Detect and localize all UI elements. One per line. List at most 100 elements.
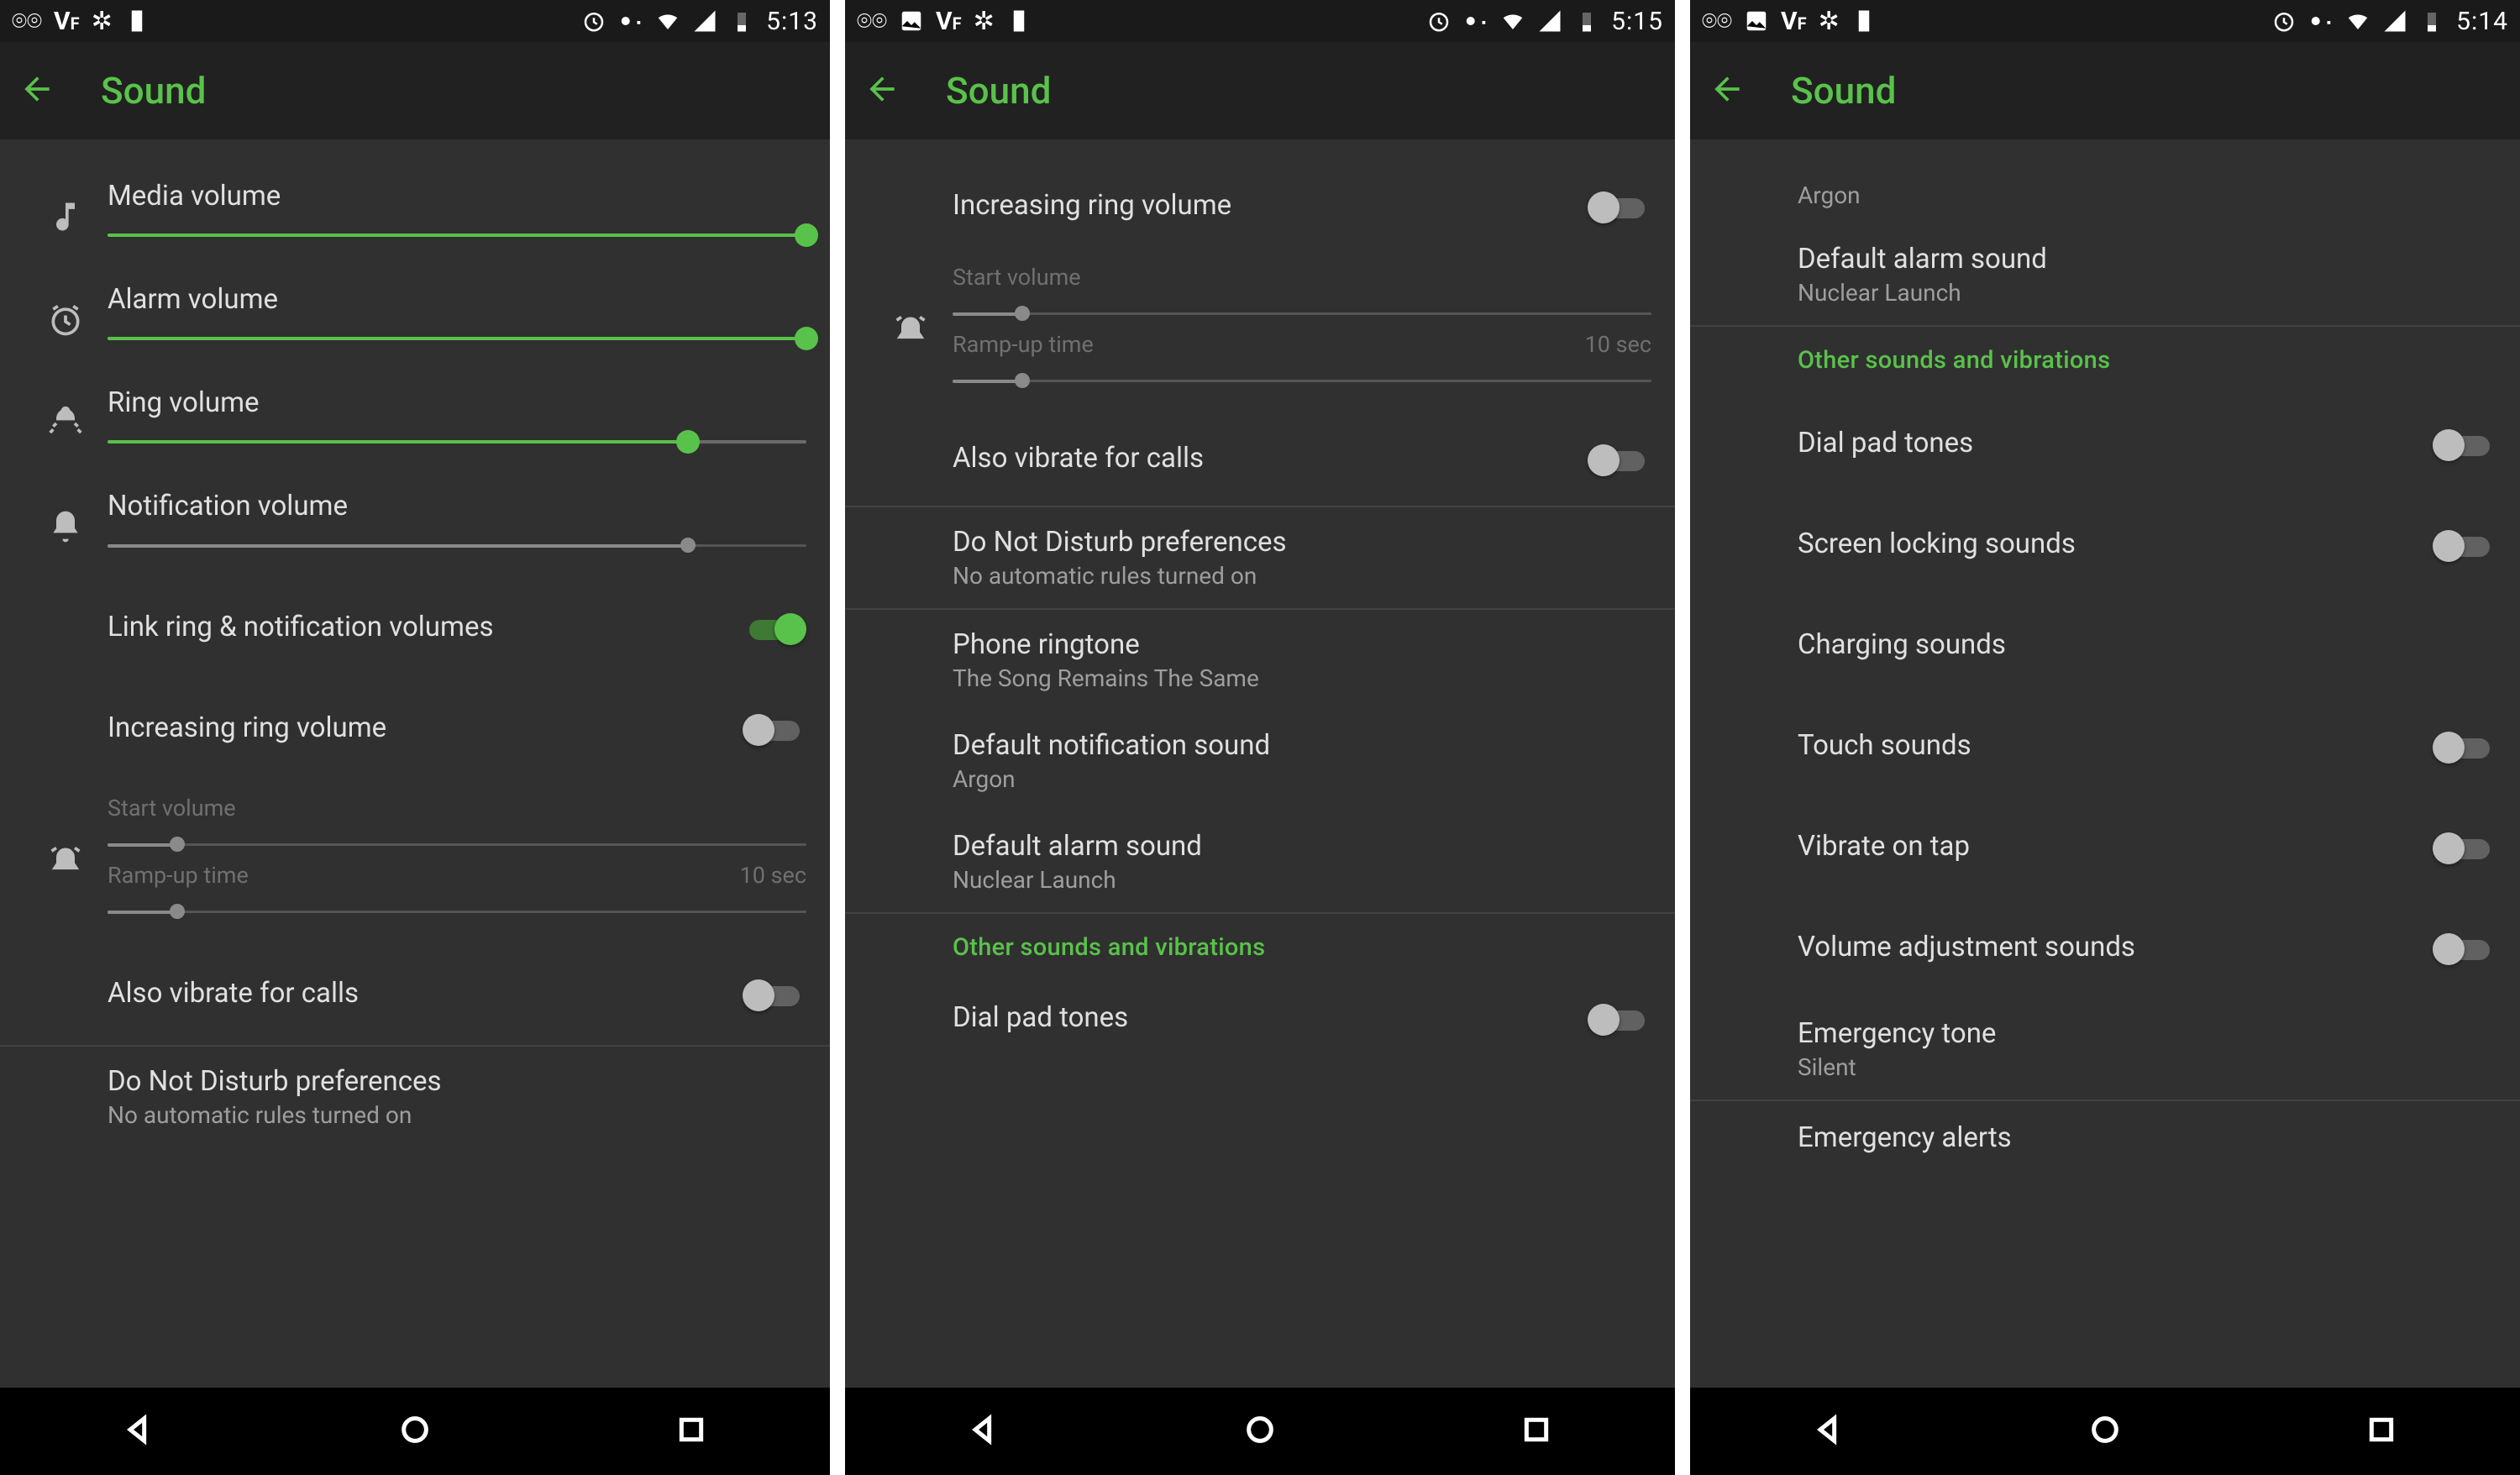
other-sounds-heading: Other sounds and vibrations xyxy=(1798,346,2496,375)
volume-adj-toggle[interactable] xyxy=(2433,932,2496,965)
alarm-volume-row[interactable]: Alarm volume xyxy=(0,268,830,371)
dialpad-row[interactable]: Dial pad tones xyxy=(845,981,1675,1057)
nav-recents[interactable] xyxy=(675,1413,708,1450)
back-button[interactable] xyxy=(864,71,900,111)
emergency-tone-row[interactable]: Emergency tone Silent xyxy=(1690,999,2520,1100)
start-volume-label: Start volume xyxy=(108,795,806,821)
start-volume-slider[interactable] xyxy=(108,827,806,862)
lock-sounds-toggle[interactable] xyxy=(2433,528,2496,562)
dialpad-toggle[interactable] xyxy=(2433,428,2496,461)
charging-sounds-row[interactable]: Charging sounds xyxy=(1690,596,2520,696)
picture-icon xyxy=(899,8,924,34)
nav-recents[interactable] xyxy=(2365,1413,2398,1450)
start-volume-slider[interactable] xyxy=(953,296,1651,331)
link-volumes-toggle[interactable] xyxy=(743,612,806,645)
dnd-row[interactable]: Do Not Disturb preferences No automatic … xyxy=(0,1047,830,1147)
nav-bar xyxy=(0,1388,830,1475)
nav-back[interactable] xyxy=(122,1413,155,1450)
nav-home[interactable] xyxy=(398,1413,432,1450)
dnd-row[interactable]: Do Not Disturb preferences No automatic … xyxy=(845,507,1675,608)
ramp-up-value: 10 sec xyxy=(740,862,806,889)
emergency-tone-sub: Silent xyxy=(1798,1053,2496,1081)
voicemail-icon: ⌾⌾ xyxy=(857,7,887,36)
battery-icon xyxy=(729,8,754,34)
volume-adj-row[interactable]: Volume adjustment sounds xyxy=(1690,898,2520,999)
notif-sound-row-partial[interactable]: Argon xyxy=(1690,165,2520,224)
increasing-ring-toggle[interactable] xyxy=(743,712,806,746)
battery-saver-icon xyxy=(124,8,150,34)
settings-list[interactable]: Argon Default alarm sound Nuclear Launch… xyxy=(1690,165,2520,1388)
lock-sounds-row[interactable]: Screen locking sounds xyxy=(1690,495,2520,596)
alarm-sound-row[interactable]: Default alarm sound Nuclear Launch xyxy=(845,811,1675,912)
ringtone-label: Phone ringtone xyxy=(953,628,1651,661)
alarm-volume-slider[interactable] xyxy=(108,321,806,356)
nav-bar xyxy=(845,1388,1675,1475)
nav-home[interactable] xyxy=(1243,1413,1277,1450)
emergency-alerts-row[interactable]: Emergency alerts xyxy=(1690,1101,2520,1177)
ring-volume-slider[interactable] xyxy=(108,424,806,459)
ring-volume-row[interactable]: Ring volume xyxy=(0,371,830,475)
dialpad-row[interactable]: Dial pad tones xyxy=(1690,394,2520,495)
back-button[interactable] xyxy=(18,71,55,111)
battery-saver-icon xyxy=(1851,8,1877,34)
alarm-sound-label: Default alarm sound xyxy=(953,830,1651,863)
vibrate-tap-row[interactable]: Vibrate on tap xyxy=(1690,797,2520,898)
ringtone-row[interactable]: Phone ringtone The Song Remains The Same xyxy=(845,610,1675,711)
also-vibrate-label: Also vibrate for calls xyxy=(108,977,359,1010)
battery-icon xyxy=(2419,8,2444,34)
leaf-icon: ✲ xyxy=(974,7,995,36)
ring-icon xyxy=(47,405,84,442)
settings-list[interactable]: Increasing ring volume Start volume Ramp… xyxy=(845,165,1675,1388)
page-title: Sound xyxy=(101,69,206,113)
increasing-ring-row[interactable]: Increasing ring volume xyxy=(845,165,1675,249)
bell-ring-icon xyxy=(892,312,929,349)
dnd-label: Do Not Disturb preferences xyxy=(108,1065,806,1098)
alarm-sound-sub: Nuclear Launch xyxy=(953,866,1651,894)
touch-sounds-label: Touch sounds xyxy=(1798,729,1971,762)
touch-sounds-row[interactable]: Touch sounds xyxy=(1690,696,2520,797)
dnd-sub: No automatic rules turned on xyxy=(108,1101,806,1129)
settings-list[interactable]: Media volume Alarm volume Ring volume xyxy=(0,165,830,1388)
nav-back[interactable] xyxy=(967,1413,1000,1450)
also-vibrate-row[interactable]: Also vibrate for calls xyxy=(0,944,830,1045)
vibrate-tap-toggle[interactable] xyxy=(2433,831,2496,864)
ring-ramp-row[interactable]: Start volume Ramp-up time 10 sec xyxy=(0,779,830,944)
ramp-up-slider[interactable] xyxy=(953,363,1651,398)
media-volume-slider[interactable] xyxy=(108,218,806,253)
also-vibrate-toggle[interactable] xyxy=(743,978,806,1011)
notif-sound-sub: Argon xyxy=(1798,181,2496,209)
also-vibrate-row[interactable]: Also vibrate for calls xyxy=(845,413,1675,506)
clock-text: 5:15 xyxy=(1611,7,1663,36)
link-volumes-row[interactable]: Link ring & notification volumes xyxy=(0,578,830,679)
increasing-ring-row[interactable]: Increasing ring volume xyxy=(0,679,830,779)
ramp-up-slider[interactable] xyxy=(108,894,806,929)
nav-recents[interactable] xyxy=(1520,1413,1553,1450)
phone-2: ⌾⌾ VF ✲ 5:15 Sound Increasing ring volum… xyxy=(845,0,1675,1475)
alarm-sound-sub: Nuclear Launch xyxy=(1798,279,2496,307)
notif-sound-sub: Argon xyxy=(953,765,1651,793)
ring-volume-label: Ring volume xyxy=(108,386,806,419)
notif-sound-row[interactable]: Default notification sound Argon xyxy=(845,711,1675,811)
dialpad-toggle[interactable] xyxy=(1588,1002,1651,1036)
nav-home[interactable] xyxy=(2088,1413,2122,1450)
ramp-up-label: Ramp-up time xyxy=(953,331,1094,358)
nav-back[interactable] xyxy=(1812,1413,1845,1450)
key-icon xyxy=(618,8,643,34)
clock-text: 5:13 xyxy=(766,7,818,36)
status-bar: ⌾⌾ VF ✲ 5:14 xyxy=(1690,0,2520,42)
notification-volume-row[interactable]: Notification volume xyxy=(0,475,830,578)
also-vibrate-toggle[interactable] xyxy=(1588,443,1651,476)
dnd-sub: No automatic rules turned on xyxy=(953,562,1651,590)
phone-3: ⌾⌾ VF ✲ 5:14 Sound Argon Default alarm s… xyxy=(1690,0,2520,1475)
link-volumes-label: Link ring & notification volumes xyxy=(108,611,493,643)
ring-ramp-row[interactable]: Start volume Ramp-up time 10 sec xyxy=(845,249,1675,413)
increasing-ring-toggle[interactable] xyxy=(1588,190,1651,223)
touch-sounds-toggle[interactable] xyxy=(2433,730,2496,764)
bell-ring-icon xyxy=(47,843,84,880)
lock-sounds-label: Screen locking sounds xyxy=(1798,528,2076,560)
alarm-sound-row[interactable]: Default alarm sound Nuclear Launch xyxy=(1690,224,2520,325)
status-bar: ⌾⌾ VF ✲ 5:13 xyxy=(0,0,830,42)
media-volume-row[interactable]: Media volume xyxy=(0,165,830,268)
start-volume-label: Start volume xyxy=(953,264,1651,291)
back-button[interactable] xyxy=(1709,71,1746,111)
